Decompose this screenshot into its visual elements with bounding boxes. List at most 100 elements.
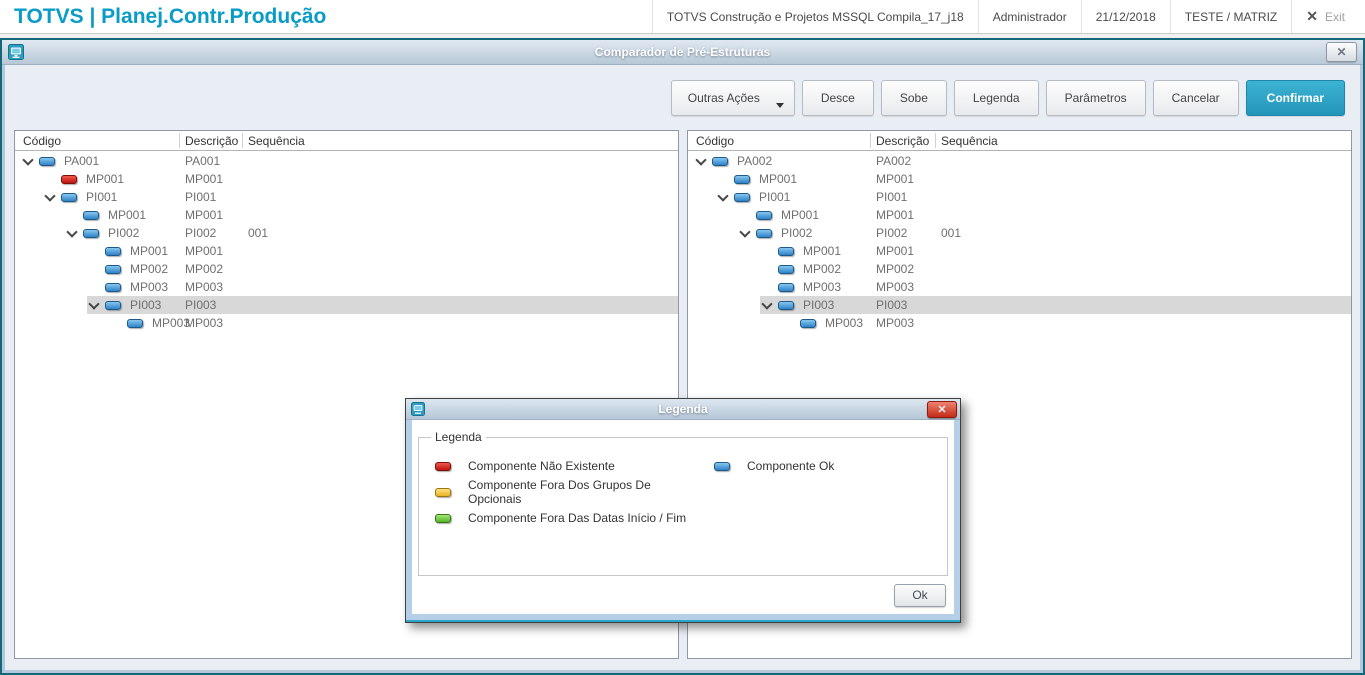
- column-header-sequencia: Sequência: [941, 134, 998, 148]
- node-description: PI003: [185, 298, 217, 312]
- node-code: PI003: [803, 298, 835, 312]
- component-status-icon: [105, 300, 121, 310]
- legend-dialog-footer: Ok: [412, 576, 954, 614]
- chevron-down-icon[interactable]: [738, 224, 756, 242]
- node-description: PI001: [876, 190, 908, 204]
- chevron-down-icon[interactable]: [760, 296, 778, 314]
- chevron-down-icon[interactable]: [65, 224, 83, 242]
- node-description: MP001: [876, 244, 915, 258]
- node-code: MP001: [108, 208, 147, 222]
- user-info: Administrador: [977, 0, 1081, 33]
- tree-row[interactable]: MP001 MP001: [688, 242, 1351, 260]
- right-structure-tree: PA002 PA002 MP001 MP001 PI001 PI001 MP00…: [688, 151, 1351, 332]
- window-icon: [8, 44, 24, 60]
- component-status-icon: [778, 300, 794, 310]
- node-description: PA002: [876, 154, 912, 168]
- component-status-icon: [127, 318, 143, 328]
- column-header-descricao: Descrição: [185, 134, 239, 148]
- node-code: MP001: [130, 244, 169, 258]
- legend-dialog-body: Legenda Componente Não Existente Compone…: [412, 420, 954, 576]
- node-code: MP001: [759, 172, 798, 186]
- legend-item-label: Componente Ok: [747, 459, 835, 473]
- cancelar-button[interactable]: Cancelar: [1152, 80, 1239, 116]
- tree-row[interactable]: MP002 MP002: [15, 260, 678, 278]
- node-code: MP001: [803, 244, 842, 258]
- chevron-down-icon[interactable]: [43, 188, 61, 206]
- tree-row[interactable]: PI003 PI003: [688, 296, 1351, 314]
- node-sequence: 001: [941, 226, 962, 240]
- window-close-button[interactable]: ✕: [1326, 42, 1357, 62]
- window-title: Comparador de Pré-Estruturas: [594, 45, 771, 59]
- component-status-icon: [714, 461, 730, 471]
- legend-dialog-title: Legenda: [658, 402, 708, 416]
- tree-row[interactable]: PI001 PI001: [688, 188, 1351, 206]
- tree-row[interactable]: PI002 PI002 001: [15, 224, 678, 242]
- node-description: PA001: [185, 154, 221, 168]
- node-code: MP001: [781, 208, 820, 222]
- tree-row[interactable]: MP001 MP001: [688, 170, 1351, 188]
- legenda-button[interactable]: Legenda: [953, 80, 1039, 116]
- component-status-icon: [778, 282, 794, 292]
- column-header-codigo: Código: [23, 134, 62, 148]
- node-code: MP003: [825, 316, 864, 330]
- node-code: PI002: [781, 226, 813, 240]
- node-description: MP003: [876, 316, 915, 330]
- component-status-icon: [61, 192, 77, 202]
- tree-row[interactable]: PI003 PI003: [15, 296, 678, 314]
- tree-row[interactable]: MP001 MP001: [15, 170, 678, 188]
- confirmar-button[interactable]: Confirmar: [1245, 80, 1345, 116]
- tree-row[interactable]: MP002 MP002: [688, 260, 1351, 278]
- tree-row[interactable]: MP003 MP003: [688, 278, 1351, 296]
- tree-row[interactable]: MP001 MP001: [15, 242, 678, 260]
- parametros-button[interactable]: Parâmetros: [1045, 80, 1146, 116]
- tree-row[interactable]: MP001 MP001: [688, 206, 1351, 224]
- column-header-codigo: Código: [696, 134, 735, 148]
- component-status-icon: [435, 513, 451, 523]
- desce-button[interactable]: Desce: [801, 80, 874, 116]
- component-status-icon: [83, 210, 99, 220]
- app-brand: TOTVS | Planej.Contr.Produção: [14, 4, 327, 28]
- action-toolbar: Outras Ações Desce Sobe Legenda Parâmetr…: [670, 80, 1345, 116]
- right-panel-header: Código Descrição Sequência: [688, 131, 1351, 151]
- legend-item-label: Componente Fora Dos Grupos De Opcionais: [468, 478, 651, 506]
- component-status-icon: [712, 156, 728, 166]
- topbar-info: TOTVS Construção e Projetos MSSQL Compil…: [651, 0, 1359, 33]
- legend-item-label: Componente Não Existente: [468, 459, 615, 473]
- legend-column-left: Componente Não Existente Componente Fora…: [427, 448, 706, 525]
- node-code: PA002: [737, 154, 773, 168]
- tree-row[interactable]: PI001 PI001: [15, 188, 678, 206]
- tree-row[interactable]: PI002 PI002 001: [688, 224, 1351, 242]
- component-status-icon: [105, 264, 121, 274]
- chevron-down-icon[interactable]: [694, 152, 712, 170]
- node-description: PI003: [876, 298, 908, 312]
- outras-acoes-label: Outras Ações: [687, 91, 760, 105]
- legend-close-button[interactable]: ✕: [927, 401, 957, 418]
- exit-label: Exit: [1324, 9, 1345, 24]
- legend-item: Componente Não Existente: [435, 459, 706, 473]
- tree-row[interactable]: PA002 PA002: [688, 152, 1351, 170]
- application-top-bar: TOTVS | Planej.Contr.Produção TOTVS Cons…: [0, 0, 1365, 34]
- node-code: MP003: [803, 280, 842, 294]
- component-status-icon: [61, 174, 77, 184]
- tree-row[interactable]: PA001 PA001: [15, 152, 678, 170]
- component-status-icon: [778, 264, 794, 274]
- component-status-icon: [435, 487, 451, 497]
- legend-item: Componente Fora Dos Grupos De Opcionais: [435, 478, 706, 506]
- date-info: 21/12/2018: [1080, 0, 1170, 33]
- tree-row[interactable]: MP003 MP003: [15, 314, 678, 332]
- tree-row[interactable]: MP003 MP003: [688, 314, 1351, 332]
- tree-row[interactable]: MP001 MP001: [15, 206, 678, 224]
- node-description: MP001: [185, 208, 224, 222]
- chevron-down-icon[interactable]: [21, 152, 39, 170]
- chevron-down-icon[interactable]: [716, 188, 734, 206]
- tree-row[interactable]: MP003 MP003: [15, 278, 678, 296]
- chevron-down-icon[interactable]: [87, 296, 105, 314]
- component-status-icon: [105, 246, 121, 256]
- sobe-button[interactable]: Sobe: [880, 80, 947, 116]
- node-description: MP002: [185, 262, 224, 276]
- ok-button[interactable]: Ok: [894, 583, 946, 607]
- outras-acoes-button[interactable]: Outras Ações: [670, 80, 795, 116]
- node-code: PA001: [64, 154, 100, 168]
- node-code: MP002: [803, 262, 842, 276]
- exit-button[interactable]: ✕ Exit: [1291, 0, 1359, 33]
